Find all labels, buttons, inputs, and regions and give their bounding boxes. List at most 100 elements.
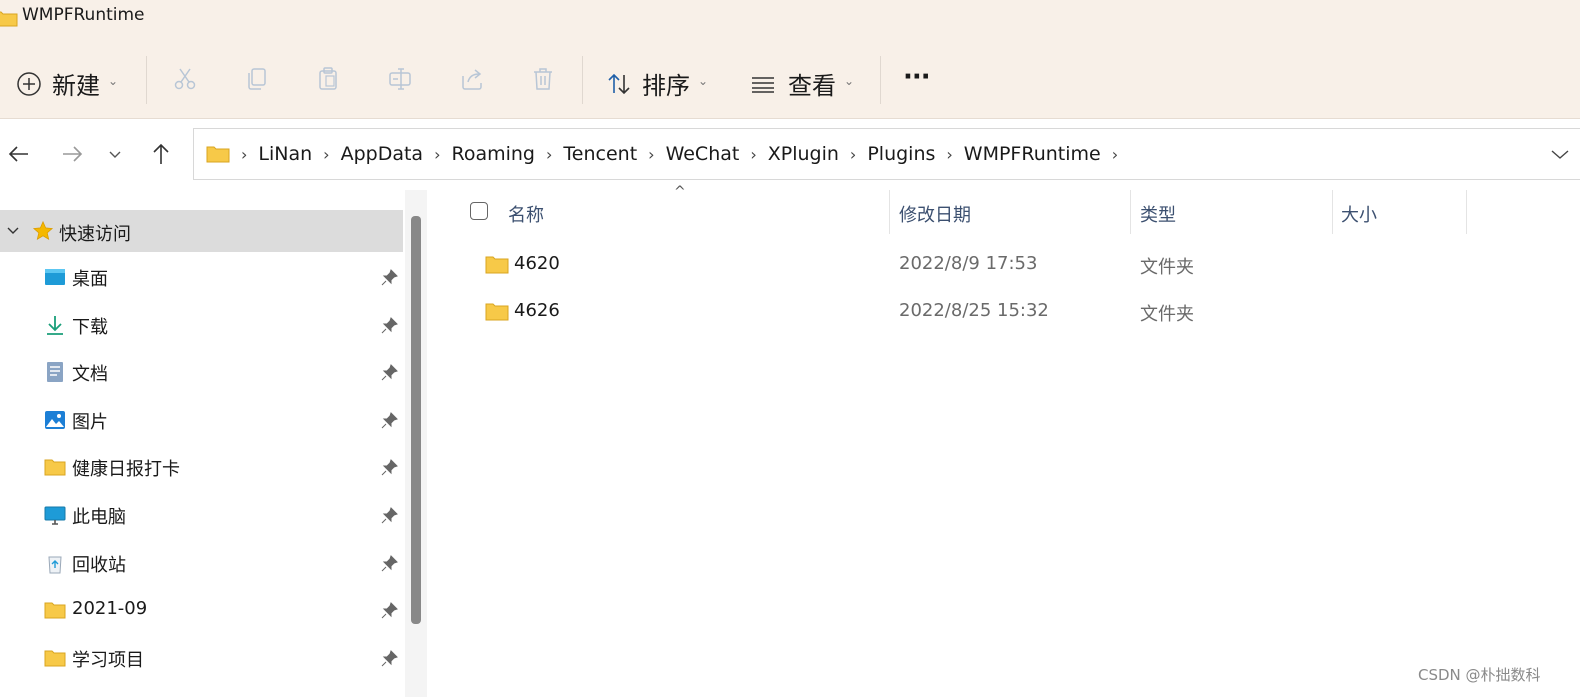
pin-icon[interactable]: [381, 268, 399, 286]
pin-icon[interactable]: [381, 411, 399, 429]
pin-icon[interactable]: [381, 316, 399, 334]
sidebar-item-this-pc[interactable]: 此电脑: [0, 496, 403, 536]
breadcrumb-separator-icon[interactable]: ›: [946, 145, 952, 164]
paste-icon[interactable]: [315, 66, 341, 92]
file-name[interactable]: 4626: [514, 300, 560, 321]
folder-icon: [485, 303, 509, 321]
pin-icon[interactable]: [381, 363, 399, 381]
folder-icon: [44, 650, 66, 667]
column-header-size[interactable]: 大小: [1341, 201, 1377, 227]
sidebar-item-label: 快速访问: [59, 224, 131, 245]
sidebar-item-label: 文档: [72, 364, 108, 385]
pin-icon[interactable]: [381, 554, 399, 572]
column-divider[interactable]: [1130, 190, 1131, 234]
navigation-pane: 快速访问 桌面 下载 文档 图片 健康日报打卡 此电脑 回收站 2021-09 …: [0, 190, 403, 697]
breadcrumb-separator-icon[interactable]: ›: [546, 145, 552, 164]
column-divider[interactable]: [1466, 190, 1467, 234]
column-header-name[interactable]: 名称: [508, 201, 544, 227]
column-divider[interactable]: [889, 190, 890, 234]
file-date: 2022/8/9 17:53: [899, 253, 1038, 274]
file-date: 2022/8/25 15:32: [899, 300, 1049, 321]
column-header-date[interactable]: 修改日期: [899, 201, 971, 227]
sidebar-item-quick-access[interactable]: 快速访问: [0, 210, 403, 252]
delete-icon[interactable]: [530, 66, 556, 92]
breadcrumb-item[interactable]: WeChat: [666, 143, 740, 165]
scrollbar-thumb[interactable]: [411, 216, 421, 624]
document-icon: [47, 362, 63, 382]
sidebar-item-label: 学习项目: [72, 650, 144, 671]
toolbar-divider: [582, 56, 583, 104]
share-icon[interactable]: [459, 66, 485, 92]
file-name[interactable]: 4620: [514, 253, 560, 274]
watermark: CSDN @朴拙数科: [1418, 666, 1541, 684]
sort-button[interactable]: 排序 ⌄: [606, 66, 708, 101]
breadcrumb-item[interactable]: Plugins: [867, 143, 935, 165]
file-type: 文件夹: [1140, 304, 1194, 325]
back-arrow-icon[interactable]: [6, 141, 32, 167]
chevron-down-icon: ⌄: [844, 73, 855, 88]
column-header-type[interactable]: 类型: [1140, 201, 1176, 227]
breadcrumb-item[interactable]: Roaming: [451, 143, 535, 165]
breadcrumb-item[interactable]: Tencent: [563, 143, 637, 165]
recycle-bin-icon: [48, 556, 62, 574]
sidebar-item-health-checkin[interactable]: 健康日报打卡: [0, 448, 403, 488]
new-button-label: 新建: [52, 72, 100, 100]
sidebar-item-study-projects[interactable]: 学习项目: [0, 639, 403, 679]
sidebar-item-label: 回收站: [72, 555, 126, 576]
sidebar-item-label: 桌面: [72, 269, 108, 290]
file-type: 文件夹: [1140, 257, 1194, 278]
address-bar[interactable]: › LiNan › AppData › Roaming › Tencent › …: [193, 128, 1580, 180]
column-header-row: ^ 名称 修改日期 类型 大小: [430, 184, 1580, 234]
star-icon: [32, 220, 54, 241]
breadcrumb-item[interactable]: LiNan: [258, 143, 312, 165]
pin-icon[interactable]: [381, 649, 399, 667]
copy-icon[interactable]: [244, 66, 270, 92]
chevron-down-icon[interactable]: [6, 224, 20, 238]
pin-icon[interactable]: [381, 601, 399, 619]
recent-locations-chevron-icon[interactable]: [106, 141, 124, 167]
breadcrumb-separator-icon[interactable]: ›: [434, 145, 440, 164]
up-arrow-icon[interactable]: [148, 141, 174, 167]
breadcrumb-separator-icon[interactable]: ›: [750, 145, 756, 164]
toolbar-divider: [146, 56, 147, 104]
sidebar-item-label: 2021-09: [72, 598, 148, 619]
rename-icon[interactable]: [387, 66, 413, 92]
sidebar-item-desktop[interactable]: 桌面: [0, 258, 403, 298]
column-divider[interactable]: [1332, 190, 1333, 234]
sidebar-item-label: 图片: [72, 412, 108, 433]
toolbar-divider: [880, 56, 881, 104]
more-options-button[interactable]: ···: [903, 62, 931, 92]
new-button[interactable]: 新建 ⌄: [16, 66, 118, 101]
sidebar-item-downloads[interactable]: 下载: [0, 306, 403, 346]
cut-icon[interactable]: [172, 66, 198, 92]
breadcrumb: › LiNan › AppData › Roaming › Tencent › …: [206, 129, 1129, 179]
breadcrumb-separator-icon[interactable]: ›: [1112, 145, 1118, 164]
address-history-chevron-icon[interactable]: [1550, 144, 1570, 164]
pin-icon[interactable]: [381, 506, 399, 524]
breadcrumb-item[interactable]: WMPFRuntime: [964, 143, 1101, 165]
file-row[interactable]: 4620 2022/8/9 17:53 文件夹: [430, 242, 1580, 286]
plus-circle-icon: [17, 71, 41, 96]
sidebar-item-pictures[interactable]: 图片: [0, 401, 403, 441]
folder-icon: [0, 11, 18, 27]
breadcrumb-separator-icon[interactable]: ›: [850, 145, 856, 164]
breadcrumb-item[interactable]: XPlugin: [768, 143, 839, 165]
pin-icon[interactable]: [381, 458, 399, 476]
select-all-checkbox[interactable]: [470, 202, 488, 220]
breadcrumb-item[interactable]: AppData: [341, 143, 424, 165]
view-button-label: 查看: [788, 72, 836, 100]
forward-arrow-icon[interactable]: [59, 141, 85, 167]
sidebar-item-2021-09[interactable]: 2021-09: [0, 591, 403, 631]
sidebar-item-recycle-bin[interactable]: 回收站: [0, 544, 403, 584]
view-button[interactable]: 查看 ⌄: [750, 66, 854, 101]
file-row[interactable]: 4626 2022/8/25 15:32 文件夹: [430, 289, 1580, 333]
sidebar-scrollbar[interactable]: [405, 190, 427, 697]
file-list: ^ 名称 修改日期 类型 大小 4620 2022/8/9 17:53 文件夹 …: [430, 184, 1580, 697]
breadcrumb-separator-icon[interactable]: ›: [648, 145, 654, 164]
download-icon: [47, 316, 63, 335]
folder-icon: [485, 256, 509, 274]
desktop-icon: [45, 269, 65, 285]
chevron-down-icon: ⌄: [698, 73, 709, 88]
sidebar-item-documents[interactable]: 文档: [0, 353, 403, 393]
breadcrumb-separator-icon[interactable]: ›: [323, 145, 329, 164]
